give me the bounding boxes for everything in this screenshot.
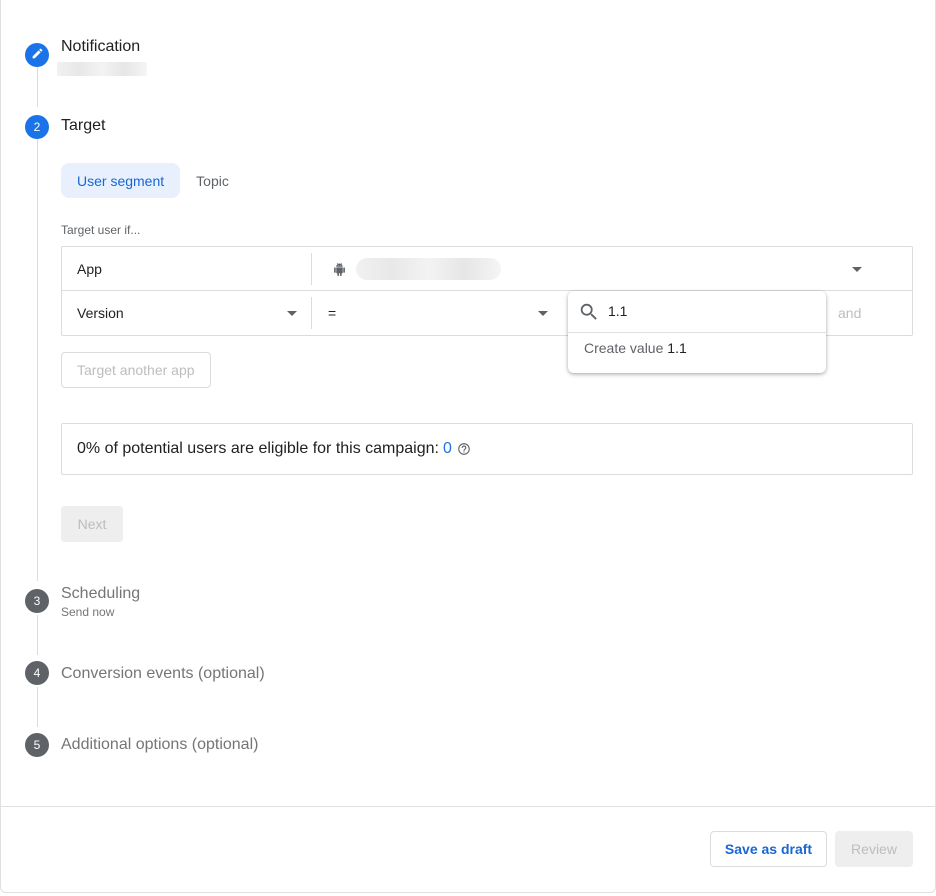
app-name-redacted xyxy=(356,258,501,280)
step-3-indicator: 3 xyxy=(25,589,49,613)
step-connector xyxy=(37,687,38,727)
help-icon[interactable] xyxy=(457,442,471,456)
step-4-title[interactable]: Conversion events (optional) xyxy=(61,665,265,683)
eligibility-text: 0% of potential users are eligible for t… xyxy=(77,440,439,457)
dropdown-search xyxy=(568,291,826,333)
condition-label: Target user if... xyxy=(61,223,141,237)
eligibility-count: 0 xyxy=(442,440,452,457)
step-5-indicator: 5 xyxy=(25,733,49,757)
step-4-indicator: 4 xyxy=(25,661,49,685)
step-connector xyxy=(37,615,38,655)
search-icon xyxy=(578,301,600,323)
target-another-app-button[interactable]: Target another app xyxy=(61,352,211,388)
create-value-option[interactable]: Create value 1.1 xyxy=(584,340,687,356)
app-select[interactable] xyxy=(312,247,862,291)
save-as-draft-button[interactable]: Save as draft xyxy=(710,831,827,867)
step-connector xyxy=(37,139,38,581)
field-label: Version xyxy=(77,305,124,321)
tab-topic[interactable]: Topic xyxy=(180,163,245,198)
android-icon xyxy=(333,262,346,276)
and-button[interactable]: and xyxy=(838,291,861,335)
operator-value: = xyxy=(328,305,337,321)
operator-select[interactable]: = xyxy=(312,291,562,335)
condition-row-app: App xyxy=(62,247,912,291)
version-value-dropdown: Create value 1.1 xyxy=(568,291,826,373)
version-field-select[interactable]: Version xyxy=(62,291,311,335)
pencil-icon xyxy=(31,47,44,63)
eligibility-summary: 0% of potential users are eligible for t… xyxy=(61,423,913,475)
notification-summary-redacted xyxy=(57,62,147,76)
next-button[interactable]: Next xyxy=(61,506,123,542)
step-connector xyxy=(37,67,38,107)
step-3-subtitle: Send now xyxy=(61,605,115,619)
create-value-text: 1.1 xyxy=(667,340,687,356)
step-2-title: Target xyxy=(61,117,106,134)
step-1-title[interactable]: Notification xyxy=(61,38,140,56)
step-3-title[interactable]: Scheduling xyxy=(61,585,140,603)
chevron-down-icon xyxy=(538,310,548,316)
step-1-indicator[interactable] xyxy=(25,43,49,67)
chevron-down-icon xyxy=(287,310,297,316)
version-search-input[interactable] xyxy=(608,303,808,319)
step-2-indicator: 2 xyxy=(25,115,49,139)
target-type-tabs: User segment Topic xyxy=(61,163,245,198)
step-5-title[interactable]: Additional options (optional) xyxy=(61,736,258,754)
review-button[interactable]: Review xyxy=(835,831,913,867)
footer-divider xyxy=(0,806,936,807)
tab-user-segment[interactable]: User segment xyxy=(61,163,181,198)
chevron-down-icon xyxy=(852,266,862,272)
field-label: App xyxy=(77,261,102,277)
